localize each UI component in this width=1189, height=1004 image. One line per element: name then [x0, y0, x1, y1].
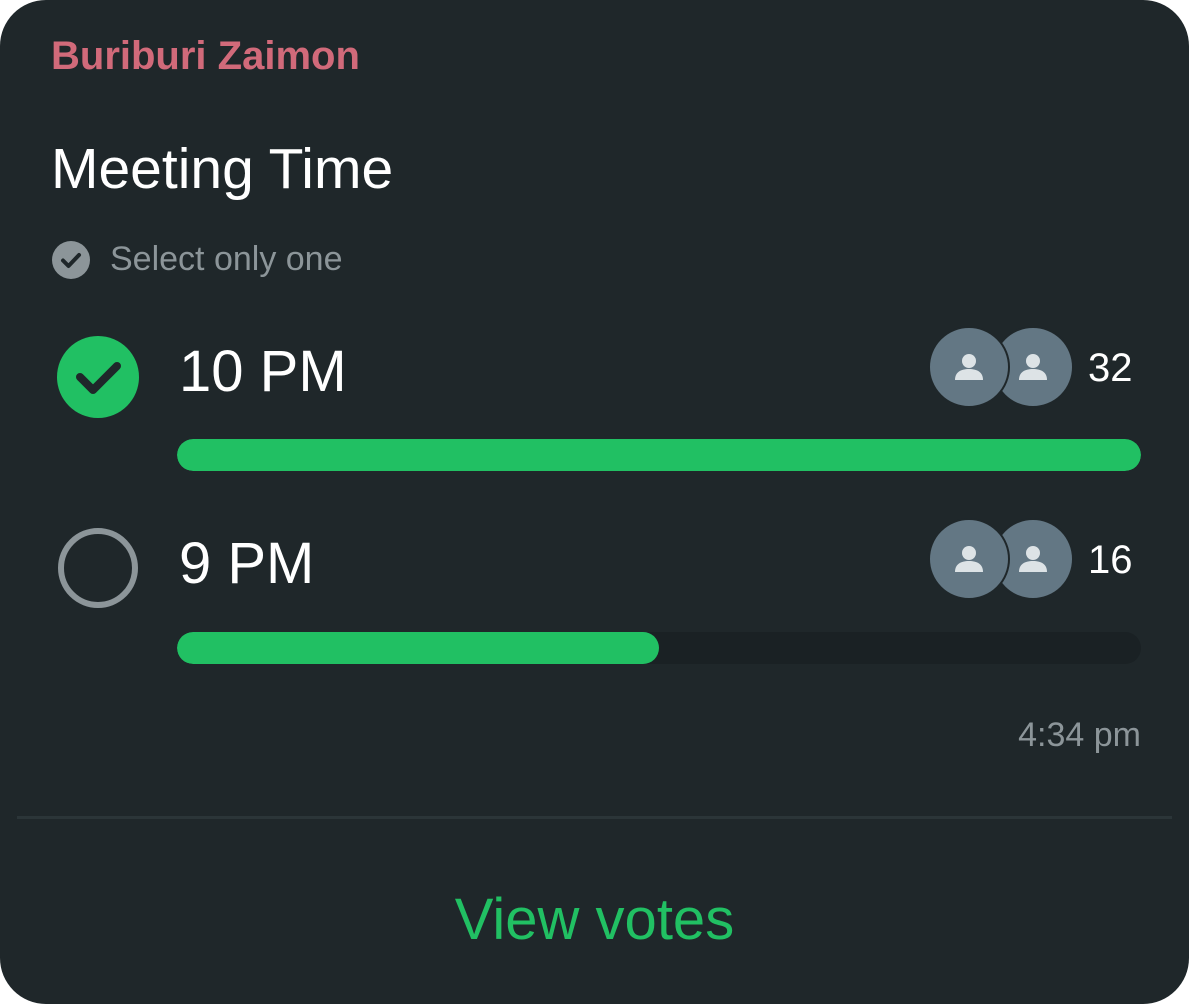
voter-avatars[interactable]	[928, 326, 1075, 409]
sender-name[interactable]: Buriburi Zaimon	[51, 34, 360, 79]
poll-message-card: Buriburi Zaimon Meeting Time Select only…	[0, 0, 1189, 1004]
vote-count: 16	[1088, 538, 1133, 582]
check-circle-icon	[52, 241, 90, 279]
person-icon	[1019, 546, 1047, 572]
option-label: 9 PM	[179, 531, 315, 596]
person-icon	[955, 546, 983, 572]
vote-progress-bar	[177, 439, 1141, 471]
checked-radio-icon[interactable]	[56, 335, 140, 419]
empty-radio-icon[interactable]	[56, 526, 140, 610]
vote-progress-fill	[177, 439, 1141, 471]
message-timestamp: 4:34 pm	[1018, 716, 1141, 754]
vote-progress-bar	[177, 632, 1141, 664]
poll-question: Meeting Time	[51, 137, 394, 201]
avatar	[928, 518, 1010, 600]
voter-avatars[interactable]	[928, 518, 1075, 601]
vote-count: 32	[1088, 346, 1133, 390]
view-votes-button[interactable]: View votes	[0, 886, 1189, 953]
person-icon	[955, 354, 983, 380]
vote-progress-fill	[177, 632, 659, 664]
option-label: 10 PM	[179, 339, 347, 404]
poll-hint: Select only one	[110, 240, 343, 278]
avatar	[928, 326, 1010, 408]
divider	[17, 816, 1172, 819]
person-icon	[1019, 354, 1047, 380]
